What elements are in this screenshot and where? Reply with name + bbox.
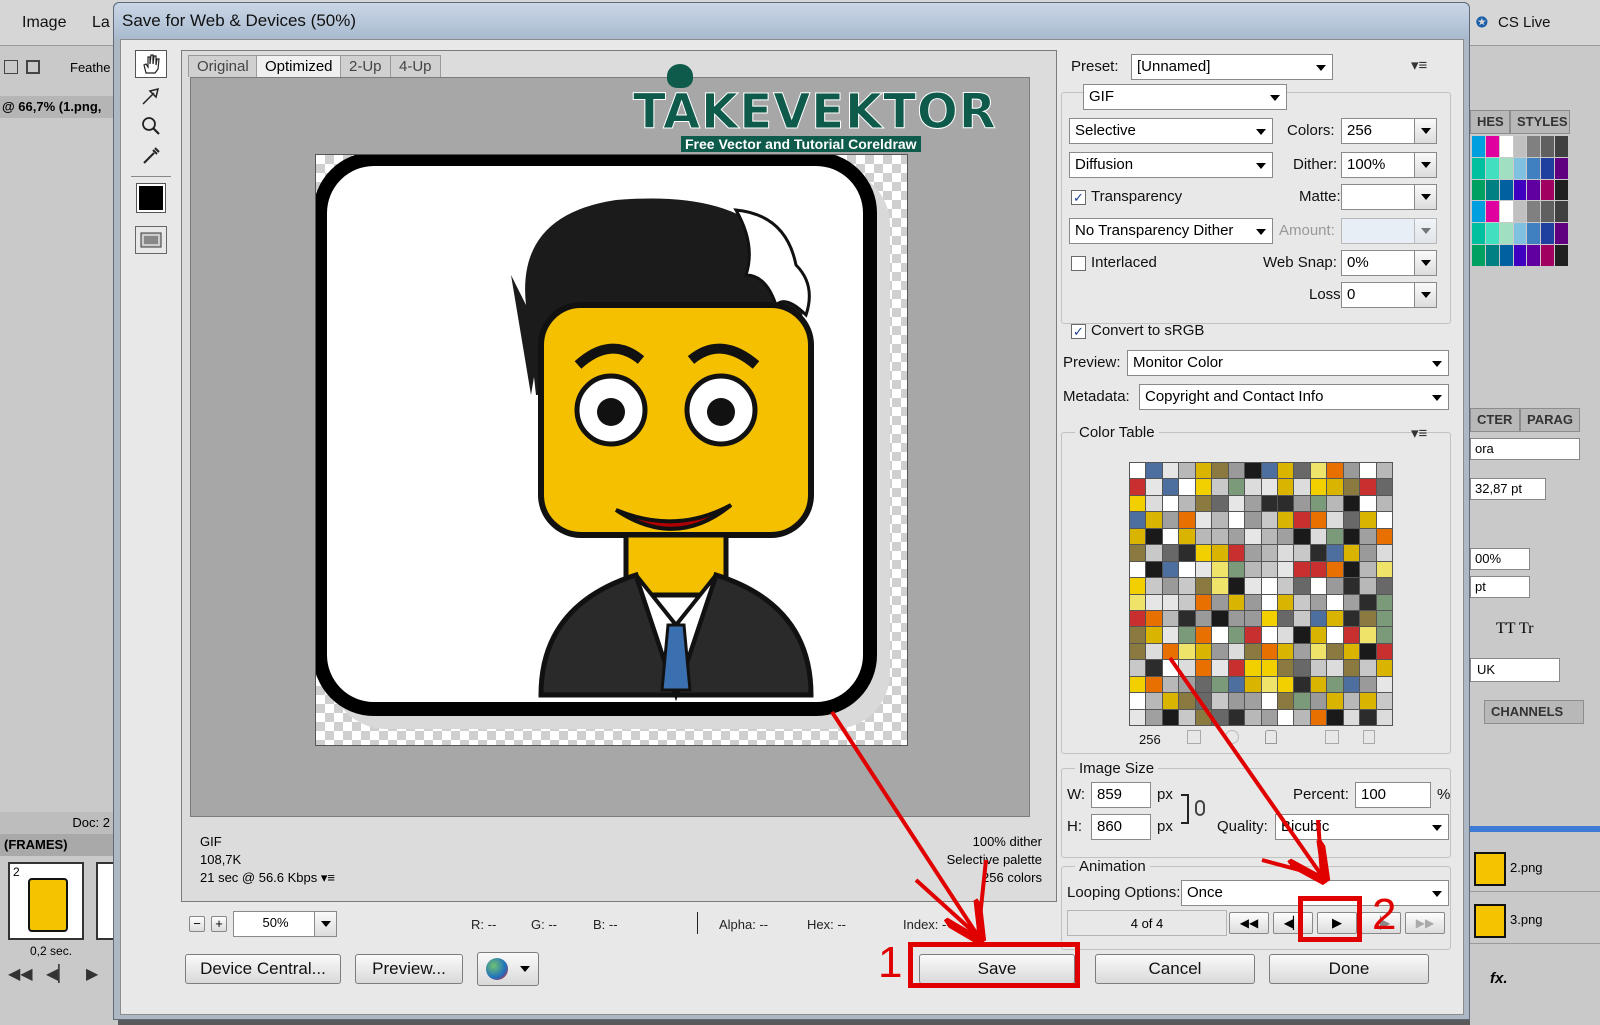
arrow-to-save <box>830 710 978 936</box>
arrow-head-next-frame <box>1261 819 1325 879</box>
arrow-to-next-frame <box>1168 656 1322 876</box>
annotation-arrows <box>830 656 1600 1025</box>
